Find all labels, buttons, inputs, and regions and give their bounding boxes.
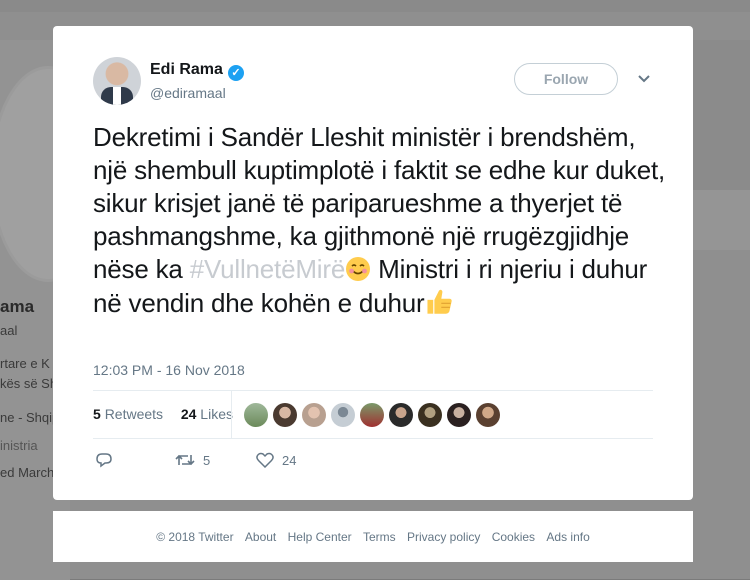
tweet-modal: Edi Rama ✓ @ediramaal Follow Dekretimi i … xyxy=(53,26,693,500)
background-right-panel-2 xyxy=(693,190,750,250)
tweet-stats: 5 Retweets 24 Likes xyxy=(93,406,233,422)
like-button[interactable]: 24 xyxy=(256,452,296,468)
footer-link-about[interactable]: About xyxy=(245,530,276,544)
footer: © 2018 Twitter About Help Center Terms P… xyxy=(53,511,693,562)
background-right-panel xyxy=(693,40,750,190)
background-bio-line: rtare e K xyxy=(0,356,50,371)
retweet-button[interactable]: 5 xyxy=(175,452,210,468)
retweet-icon xyxy=(175,454,195,466)
reply-icon xyxy=(96,453,112,468)
author-name[interactable]: Edi Rama ✓ xyxy=(150,61,244,81)
liker-avatar[interactable] xyxy=(476,403,500,427)
liker-avatar[interactable] xyxy=(273,403,297,427)
liker-avatar[interactable] xyxy=(302,403,326,427)
tweet-text: Dekretimi i Sandër Lleshit ministër i br… xyxy=(93,121,673,320)
retweets-count[interactable]: 5 xyxy=(93,406,101,422)
liker-avatar[interactable] xyxy=(360,403,384,427)
retweet-count: 5 xyxy=(203,452,211,468)
footer-link-privacy-policy[interactable]: Privacy policy xyxy=(407,530,480,544)
smiling-face-emoji-icon xyxy=(346,257,371,281)
heart-icon xyxy=(256,452,274,468)
stats-separator xyxy=(231,391,232,438)
background-profile-handle: aal xyxy=(0,323,18,338)
chevron-down-icon[interactable] xyxy=(637,72,651,86)
background-topbar xyxy=(0,0,750,12)
footer-link-ads-info[interactable]: Ads info xyxy=(546,530,589,544)
background-bio-line: kës së Sh xyxy=(0,376,58,391)
liker-avatar[interactable] xyxy=(447,403,471,427)
retweets-label[interactable]: Retweets xyxy=(105,406,163,422)
footer-link-cookies[interactable]: Cookies xyxy=(492,530,535,544)
hashtag-link[interactable]: #VullnetëMirë xyxy=(190,254,346,284)
reply-button[interactable] xyxy=(96,452,120,468)
divider xyxy=(93,390,653,391)
tweet-timestamp[interactable]: 12:03 PM - 16 Nov 2018 xyxy=(93,362,245,378)
like-count: 24 xyxy=(282,452,297,468)
background-joined: ed March xyxy=(0,465,55,480)
author-handle[interactable]: @ediramaal xyxy=(150,85,226,101)
background-profile-name: ama xyxy=(0,297,35,316)
author-avatar[interactable] xyxy=(93,57,141,105)
likes-count[interactable]: 24 xyxy=(181,406,197,422)
footer-copyright: © 2018 Twitter xyxy=(156,530,234,544)
verified-badge-icon: ✓ xyxy=(227,65,244,81)
liker-avatar[interactable] xyxy=(244,403,268,427)
footer-link-terms[interactable]: Terms xyxy=(363,530,396,544)
liker-avatar[interactable] xyxy=(331,403,355,427)
divider xyxy=(93,438,653,439)
author-name-text[interactable]: Edi Rama xyxy=(150,61,223,78)
follow-button[interactable]: Follow xyxy=(514,63,618,95)
footer-link-help-center[interactable]: Help Center xyxy=(288,530,352,544)
liker-avatar[interactable] xyxy=(418,403,442,427)
background-location: ne - Shqip xyxy=(0,410,60,425)
footer-links: © 2018 Twitter About Help Center Terms P… xyxy=(53,530,693,544)
background-link: inistria xyxy=(0,438,38,453)
liker-avatar[interactable] xyxy=(389,403,413,427)
thumbs-up-emoji-icon xyxy=(427,289,453,314)
likes-label[interactable]: Likes xyxy=(200,406,233,422)
